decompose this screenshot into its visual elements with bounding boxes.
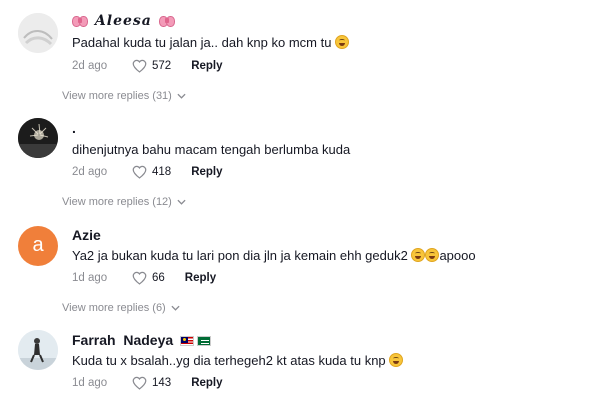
reply-button[interactable]: Reply bbox=[191, 377, 222, 389]
profile-photo-icon bbox=[18, 330, 58, 370]
comment-item: . dihenjutnya bahu macam tengah berlumba… bbox=[0, 110, 590, 216]
view-more-replies-button[interactable]: View more replies (6) bbox=[62, 302, 180, 314]
like-count: 418 bbox=[152, 166, 172, 178]
avatar[interactable] bbox=[18, 330, 58, 370]
like-count: 66 bbox=[152, 272, 165, 284]
face-with-tears-of-joy-icon bbox=[335, 35, 350, 49]
comment-text: Padahal kuda tu jalan ja.. dah knp ko mc… bbox=[72, 35, 350, 50]
malaysia-flag-icon bbox=[180, 336, 195, 346]
ribbon-emoji-icon bbox=[158, 15, 175, 27]
face-with-tears-of-joy-icon bbox=[389, 353, 404, 367]
face-with-tears-of-joy-icon bbox=[425, 248, 440, 262]
like-button[interactable]: 66 bbox=[132, 271, 165, 285]
comment-meta: 1d ago 66 Reply bbox=[72, 271, 216, 285]
avatar[interactable]: a bbox=[18, 226, 58, 266]
chevron-down-icon bbox=[177, 199, 186, 205]
comment-meta: 2d ago 418 Reply bbox=[72, 165, 223, 179]
comment-author[interactable]: . bbox=[72, 120, 76, 136]
heart-icon bbox=[132, 59, 147, 73]
reply-button[interactable]: Reply bbox=[185, 272, 216, 284]
view-more-replies-button[interactable]: View more replies (12) bbox=[62, 196, 186, 208]
like-button[interactable]: 572 bbox=[132, 59, 171, 73]
comment-date: 1d ago bbox=[72, 377, 108, 389]
heart-icon bbox=[132, 376, 147, 390]
heart-icon bbox=[132, 165, 147, 179]
profile-photo-icon bbox=[18, 118, 58, 158]
like-count: 572 bbox=[152, 60, 172, 72]
comment-date: 1d ago bbox=[72, 272, 108, 284]
comment-item: a Azie Ya2 ja bukan kuda tu lari pon dia… bbox=[0, 216, 590, 322]
view-more-replies-button[interactable]: View more replies (31) bbox=[62, 90, 186, 102]
comment-meta: 2d ago 572 Reply bbox=[72, 59, 223, 73]
comment-date: 2d ago bbox=[72, 166, 108, 178]
comment-author[interactable]: Farrah Nadeya bbox=[72, 332, 212, 348]
saudi-flag-icon bbox=[197, 336, 212, 346]
reply-button[interactable]: Reply bbox=[191, 60, 222, 72]
comment-text: dihenjutnya bahu macam tengah berlumba k… bbox=[72, 142, 351, 157]
avatar-letter: a bbox=[32, 233, 44, 256]
comment-item: Aleesa Padahal kuda tu jalan ja.. dah kn… bbox=[0, 0, 590, 110]
face-with-tears-of-joy-icon bbox=[411, 248, 426, 262]
profile-photo-icon bbox=[18, 13, 58, 53]
chevron-down-icon bbox=[171, 305, 180, 311]
avatar[interactable] bbox=[18, 13, 58, 53]
like-button[interactable]: 418 bbox=[132, 165, 171, 179]
ribbon-emoji-icon bbox=[72, 15, 88, 27]
comment-meta: 1d ago 143 Reply bbox=[72, 376, 223, 390]
chevron-down-icon bbox=[177, 93, 186, 99]
heart-icon bbox=[132, 271, 147, 285]
comment-author[interactable]: Aleesa bbox=[72, 12, 175, 29]
comment-text: Kuda tu x bsalah..yg dia terhegeh2 kt at… bbox=[72, 353, 404, 368]
comment-date: 2d ago bbox=[72, 60, 108, 72]
like-button[interactable]: 143 bbox=[132, 376, 171, 390]
like-count: 143 bbox=[152, 377, 172, 389]
comment-author[interactable]: Azie bbox=[72, 227, 101, 243]
reply-button[interactable]: Reply bbox=[191, 166, 222, 178]
avatar[interactable] bbox=[18, 118, 58, 158]
comment-text: Ya2 ja bukan kuda tu lari pon dia jln ja… bbox=[72, 248, 476, 263]
comment-item: Farrah Nadeya Kuda tu x bsalah..yg dia t… bbox=[0, 322, 590, 401]
